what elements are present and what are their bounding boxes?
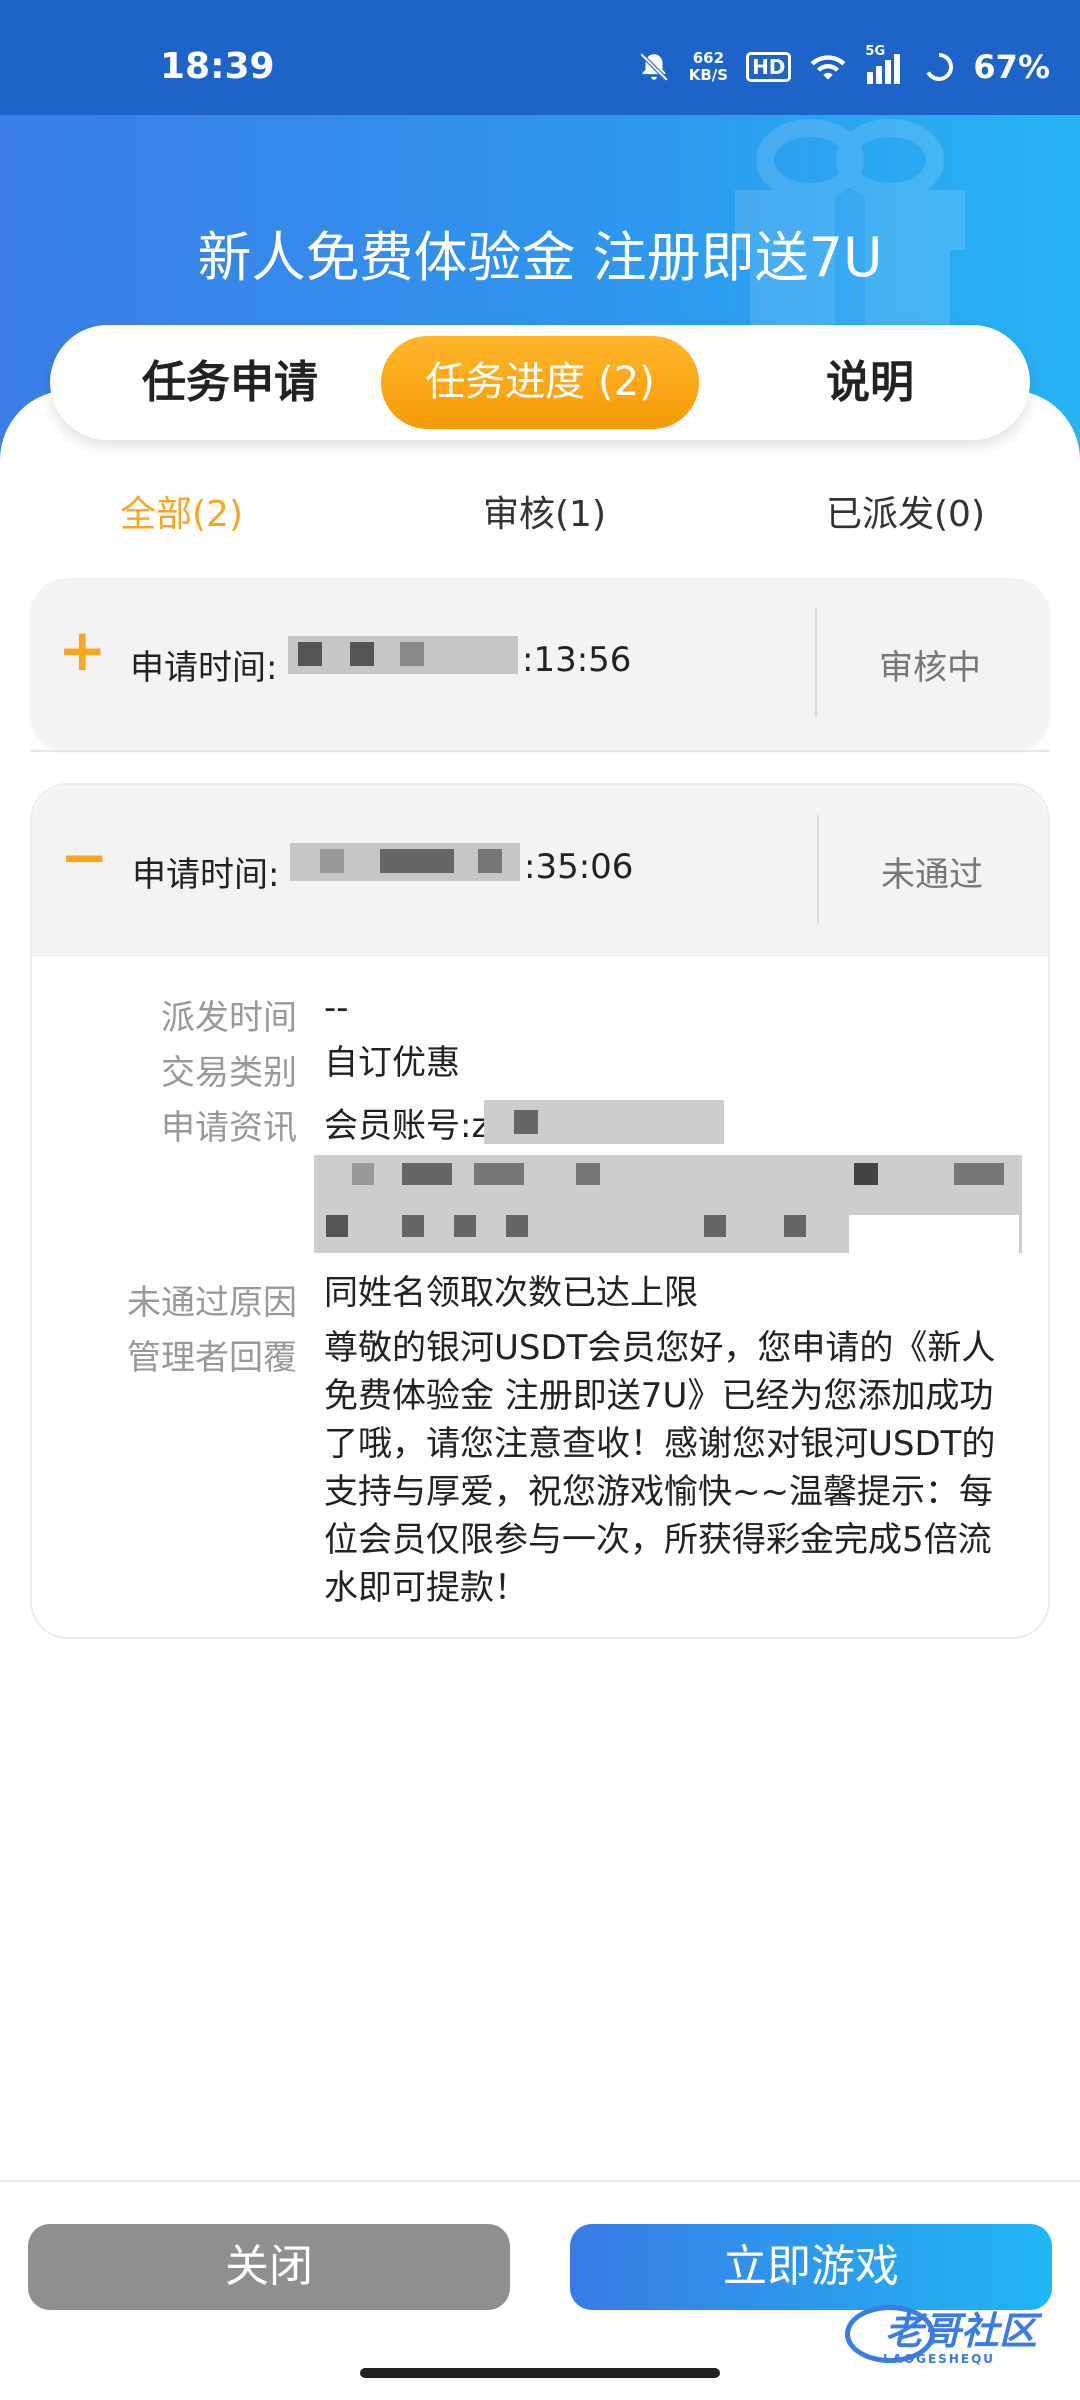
apply-info-value: 会员账号:z — [324, 1106, 490, 1146]
watermark-sub: LAOGESHEQU — [883, 2352, 996, 2366]
speed-value: 662 — [692, 49, 725, 67]
admin-reply-value: 尊敬的银河USDT会员您好，您申请的《新人免费体验金 注册即送7U》已经为您添加… — [324, 1328, 996, 1608]
filter-bar: 全部(2) 审核(1) 已派发(0) — [0, 485, 1080, 545]
reject-reason-value: 同姓名领取次数已达上限 — [324, 1273, 698, 1313]
divider — [817, 815, 819, 925]
dispatch-time-value: -- — [324, 988, 349, 1028]
tab-task-progress[interactable]: 任务进度 (2) — [381, 336, 699, 429]
close-button[interactable]: 关闭 — [28, 2224, 510, 2310]
record-item[interactable]: − 申请时间: :35:06 未通过 派发时间 -- 交易类别 自订优惠 申请资… — [30, 783, 1050, 1639]
record-item[interactable]: + 申请时间: :13:56 审核中 — [30, 578, 1050, 750]
filter-review[interactable]: 审核(1) — [483, 485, 606, 537]
status-time: 18:39 — [160, 46, 275, 87]
collapse-icon[interactable]: − — [60, 828, 109, 886]
battery-percent: 67% — [973, 48, 1050, 86]
divider — [30, 750, 1050, 752]
status-badge: 审核中 — [879, 648, 981, 688]
filter-all[interactable]: 全部(2) — [120, 485, 243, 537]
record-header[interactable]: − 申请时间: :35:06 未通过 — [32, 785, 1048, 957]
apply-time-value: :35:06 — [524, 847, 634, 887]
hd-badge: HD — [746, 52, 792, 82]
tab-task-apply[interactable]: 任务申请 — [80, 325, 380, 440]
redacted-date — [288, 636, 518, 674]
redacted-info — [314, 1155, 1022, 1253]
apply-time-value: :13:56 — [522, 640, 632, 680]
status-icons: 662 KB/S HD 5G 67% — [637, 44, 1050, 86]
apply-time-label: 申请时间: — [130, 648, 278, 688]
page-title: 新人免费体验金 注册即送7U — [197, 226, 883, 289]
redacted-account — [484, 1100, 724, 1144]
tab-info[interactable]: 说明 — [740, 325, 1000, 440]
watermark-text: 老哥社区 — [885, 2309, 1038, 2353]
filter-sent[interactable]: 已派发(0) — [826, 485, 985, 537]
home-indicator[interactable] — [360, 2368, 720, 2378]
redacted-date — [290, 843, 520, 881]
footer-divider — [0, 2180, 1080, 2182]
apply-time-label: 申请时间: — [132, 855, 280, 895]
reject-reason-label: 未通过原因 — [127, 1283, 297, 1323]
trade-type-value: 自订优惠 — [324, 1043, 460, 1083]
admin-reply-label: 管理者回覆 — [127, 1338, 297, 1378]
expand-icon[interactable]: + — [58, 621, 107, 679]
watermark-logo: 老哥社区 LAOGESHEQU — [845, 2300, 1065, 2380]
dispatch-time-label: 派发时间 — [161, 998, 297, 1038]
tab-bar: 任务申请 任务进度 (2) 说明 — [50, 325, 1030, 440]
network-type: 5G — [865, 44, 886, 59]
mute-bell-icon — [639, 52, 668, 82]
cellular-signal-icon: 5G — [865, 44, 905, 84]
status-badge: 未通过 — [881, 855, 983, 895]
battery-ring-icon — [925, 53, 954, 81]
divider — [815, 608, 817, 718]
wifi-icon — [810, 55, 846, 80]
status-bar: 18:39 662 KB/S HD 5G 67% — [0, 0, 1080, 115]
trade-type-label: 交易类别 — [161, 1053, 297, 1093]
apply-info-label: 申请资讯 — [161, 1108, 297, 1148]
play-now-button[interactable]: 立即游戏 — [570, 2224, 1052, 2310]
network-speed: 662 KB/S — [689, 50, 728, 84]
speed-unit: KB/S — [688, 66, 729, 84]
